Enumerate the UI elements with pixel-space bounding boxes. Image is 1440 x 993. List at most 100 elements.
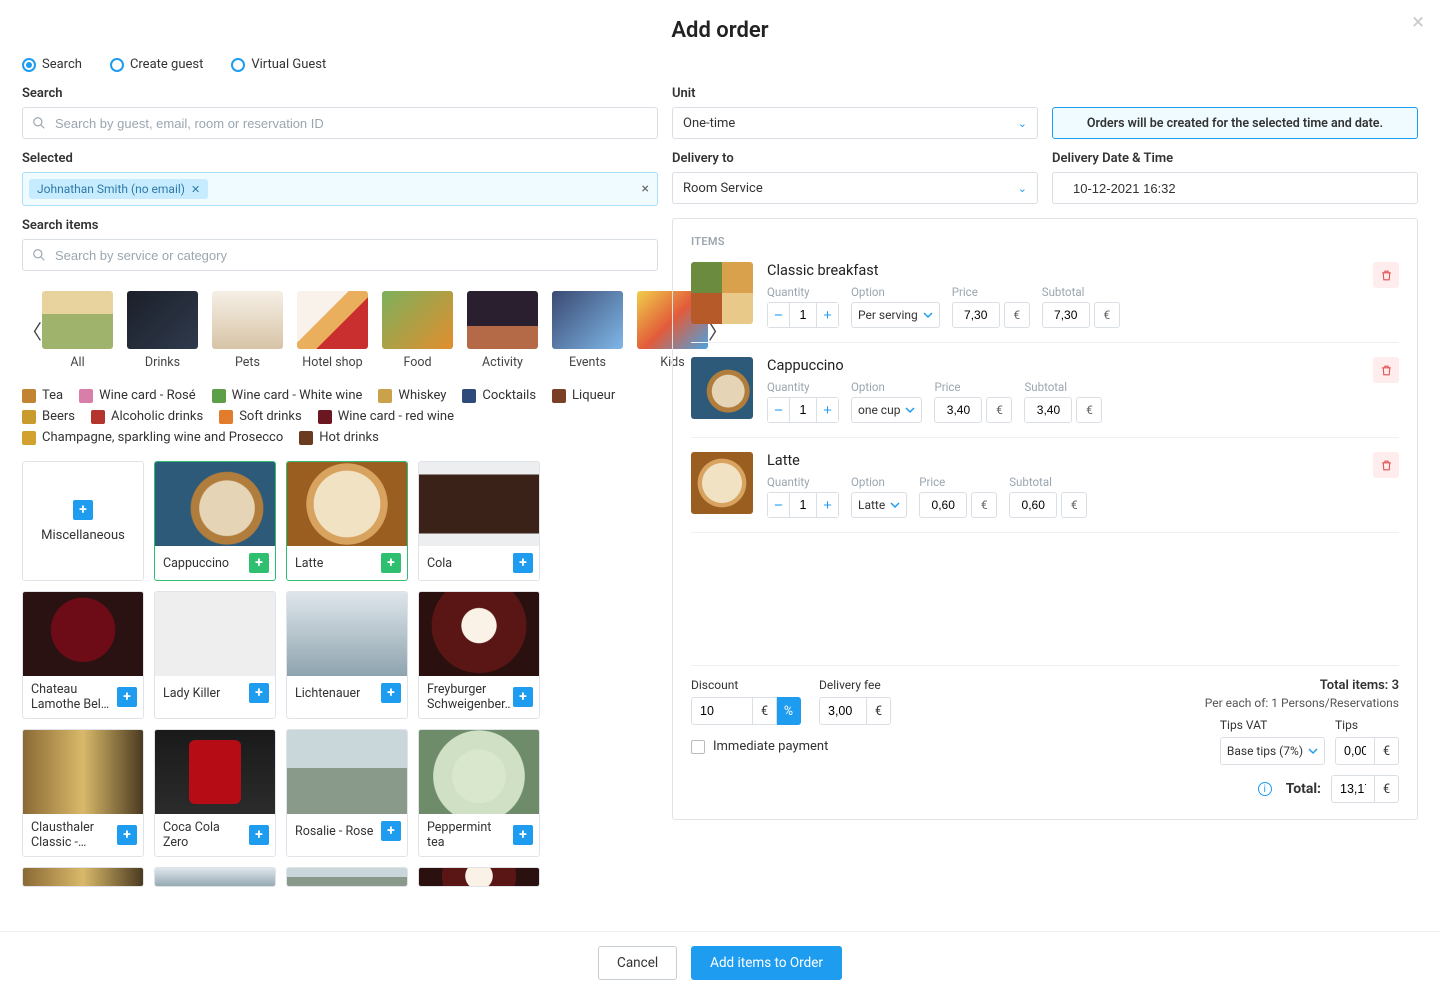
radio-create-guest[interactable]: Create guest bbox=[110, 57, 203, 72]
add-product-button[interactable]: + bbox=[381, 821, 401, 841]
add-product-button[interactable]: + bbox=[117, 687, 137, 707]
add-items-button[interactable]: Add items to Order bbox=[691, 946, 842, 980]
add-product-button[interactable]: + bbox=[249, 553, 269, 573]
add-product-button[interactable]: + bbox=[249, 683, 269, 703]
delete-item-button[interactable] bbox=[1373, 262, 1399, 288]
delete-item-button[interactable] bbox=[1373, 452, 1399, 478]
tag-cocktails[interactable]: Cocktails bbox=[462, 388, 536, 403]
notice-banner: Orders will be created for the selected … bbox=[1052, 107, 1418, 139]
quantity-stepper[interactable]: − + bbox=[767, 492, 839, 518]
tag-wine-card-red-wine[interactable]: Wine card - red wine bbox=[318, 409, 454, 424]
product-card-peek[interactable] bbox=[22, 867, 144, 887]
tag-wine-card-ros-[interactable]: Wine card - Rosé bbox=[79, 388, 196, 403]
discount-percent-toggle[interactable]: % bbox=[777, 697, 801, 725]
qty-plus-button[interactable]: + bbox=[816, 398, 838, 422]
tips-input[interactable] bbox=[1335, 737, 1375, 765]
selected-field[interactable]: Johnathan Smith (no email)✕ × bbox=[22, 172, 658, 206]
discount-currency-toggle[interactable]: € bbox=[753, 697, 777, 725]
product-card-peek[interactable] bbox=[154, 867, 276, 887]
category-food[interactable]: Food bbox=[382, 291, 453, 370]
chip-remove-icon[interactable]: ✕ bbox=[191, 183, 200, 196]
currency: € bbox=[1004, 302, 1030, 328]
qty-input[interactable] bbox=[790, 303, 816, 327]
guest-chip[interactable]: Johnathan Smith (no email)✕ bbox=[29, 179, 208, 199]
price-input[interactable] bbox=[934, 397, 982, 423]
product-card[interactable]: Coca Cola Zero + bbox=[154, 729, 276, 857]
delete-item-button[interactable] bbox=[1373, 357, 1399, 383]
tag-swatch bbox=[462, 389, 476, 403]
item-name: Latte bbox=[767, 452, 1359, 469]
tips-vat-select[interactable]: Base tips (7%) bbox=[1220, 737, 1325, 765]
product-card[interactable]: Clausthaler Classic -… + bbox=[22, 729, 144, 857]
product-card[interactable]: Lady Killer + bbox=[154, 591, 276, 719]
tag-beers[interactable]: Beers bbox=[22, 409, 75, 424]
delivery-fee-input[interactable] bbox=[819, 697, 867, 725]
category-events[interactable]: Events bbox=[552, 291, 623, 370]
add-product-button[interactable]: + bbox=[513, 825, 533, 845]
category-hotel-shop[interactable]: Hotel shop bbox=[297, 291, 368, 370]
product-card-peek[interactable] bbox=[286, 867, 408, 887]
immediate-payment-checkbox[interactable]: Immediate payment bbox=[691, 739, 891, 754]
product-card[interactable]: Cappuccino + bbox=[154, 461, 276, 581]
add-product-button[interactable]: + bbox=[381, 683, 401, 703]
option-select[interactable]: Latte bbox=[851, 492, 907, 518]
qty-minus-button[interactable]: − bbox=[768, 303, 790, 327]
category-drinks[interactable]: Drinks bbox=[127, 291, 198, 370]
trash-icon bbox=[1380, 364, 1393, 377]
product-card[interactable]: Cola + bbox=[418, 461, 540, 581]
category-pets[interactable]: Pets bbox=[212, 291, 283, 370]
unit-select[interactable]: One-time⌄ bbox=[672, 107, 1038, 139]
product-card-peek[interactable] bbox=[418, 867, 540, 887]
tag-tea[interactable]: Tea bbox=[22, 388, 63, 403]
tag-hot-drinks[interactable]: Hot drinks bbox=[299, 430, 379, 445]
carousel-prev-icon[interactable]: 〈 bbox=[22, 316, 42, 345]
qty-minus-button[interactable]: − bbox=[768, 493, 790, 517]
product-card[interactable]: Lichtenauer + bbox=[286, 591, 408, 719]
price-input[interactable] bbox=[952, 302, 1000, 328]
tag-wine-card-white-wine[interactable]: Wine card - White wine bbox=[212, 388, 363, 403]
product-card[interactable]: Peppermint tea + bbox=[418, 729, 540, 857]
product-card[interactable]: Chateau Lamothe Bel… + bbox=[22, 591, 144, 719]
discount-input[interactable] bbox=[691, 697, 753, 725]
order-item: Classic breakfast Quantity − + Option Pe… bbox=[691, 258, 1399, 343]
product-card[interactable]: Freyburger Schweigenber… + bbox=[418, 591, 540, 719]
delivery-datetime-input[interactable] bbox=[1052, 172, 1418, 204]
quantity-stepper[interactable]: − + bbox=[767, 397, 839, 423]
quantity-stepper[interactable]: − + bbox=[767, 302, 839, 328]
close-icon[interactable]: × bbox=[1412, 10, 1424, 35]
qty-minus-button[interactable]: − bbox=[768, 398, 790, 422]
search-input[interactable] bbox=[22, 107, 658, 139]
product-card[interactable]: Latte + bbox=[286, 461, 408, 581]
tag-soft-drinks[interactable]: Soft drinks bbox=[219, 409, 302, 424]
category-all[interactable]: All bbox=[42, 291, 113, 370]
add-product-button[interactable]: + bbox=[513, 553, 533, 573]
option-select[interactable]: Per serving bbox=[851, 302, 940, 328]
category-activity[interactable]: Activity bbox=[467, 291, 538, 370]
product-miscellaneous[interactable]: +Miscellaneous bbox=[22, 461, 144, 581]
qty-input[interactable] bbox=[790, 493, 816, 517]
product-card[interactable]: Rosalie - Rose + bbox=[286, 729, 408, 857]
delivery-dt-label: Delivery Date & Time bbox=[1052, 151, 1418, 166]
tag-whiskey[interactable]: Whiskey bbox=[378, 388, 446, 403]
radio-search[interactable]: Search bbox=[22, 57, 82, 72]
tag-champagne-sparkling-wine-and-prosecco[interactable]: Champagne, sparkling wine and Prosecco bbox=[22, 430, 283, 445]
total-items: Total items: 3 bbox=[1205, 678, 1399, 693]
option-select[interactable]: one cup bbox=[851, 397, 922, 423]
info-icon[interactable]: i bbox=[1258, 782, 1272, 796]
tag-alcoholic-drinks[interactable]: Alcoholic drinks bbox=[91, 409, 203, 424]
add-product-button[interactable]: + bbox=[381, 553, 401, 573]
delivery-to-select[interactable]: Room Service⌄ bbox=[672, 172, 1038, 204]
search-items-input[interactable] bbox=[22, 239, 658, 271]
qty-plus-button[interactable]: + bbox=[816, 303, 838, 327]
qty-plus-button[interactable]: + bbox=[816, 493, 838, 517]
qty-input[interactable] bbox=[790, 398, 816, 422]
price-input[interactable] bbox=[919, 492, 967, 518]
radio-virtual-guest[interactable]: Virtual Guest bbox=[231, 57, 326, 72]
cancel-button[interactable]: Cancel bbox=[598, 946, 677, 980]
add-icon[interactable]: + bbox=[73, 500, 93, 520]
tag-liqueur[interactable]: Liqueur bbox=[552, 388, 615, 403]
clear-selected-icon[interactable]: × bbox=[642, 181, 649, 197]
add-product-button[interactable]: + bbox=[249, 825, 269, 845]
add-product-button[interactable]: + bbox=[513, 687, 533, 707]
add-product-button[interactable]: + bbox=[117, 825, 137, 845]
